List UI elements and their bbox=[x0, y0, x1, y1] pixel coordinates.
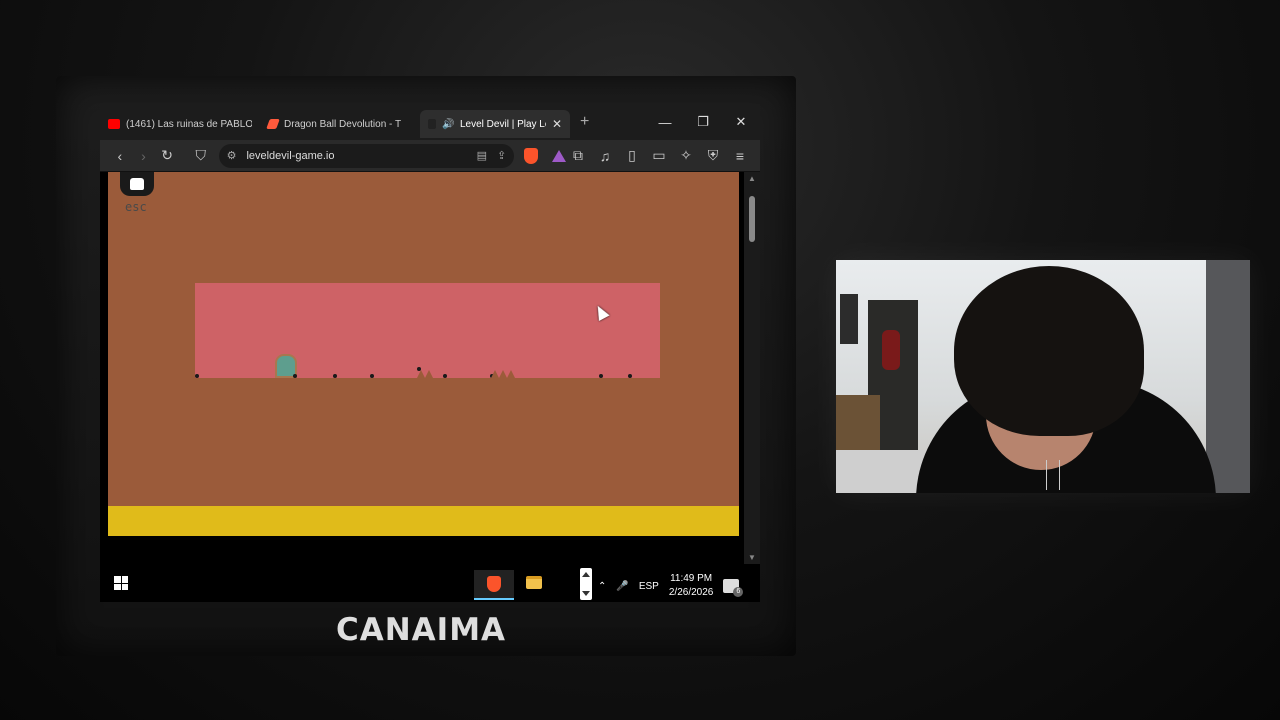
floor-marker bbox=[333, 374, 337, 378]
floor-marker bbox=[443, 374, 447, 378]
game-floor bbox=[108, 506, 739, 536]
pause-icon bbox=[130, 178, 144, 190]
tab-dragon-ball[interactable]: Dragon Ball Devolution - T bbox=[260, 110, 420, 138]
wall-frame bbox=[840, 294, 858, 344]
minimize-button[interactable]: — bbox=[646, 104, 684, 140]
taskbar-brave-button[interactable] bbox=[474, 570, 514, 600]
site-info-icon[interactable]: ⚙ bbox=[227, 149, 237, 162]
language-indicator[interactable]: ESP bbox=[639, 581, 659, 592]
microphone-icon[interactable]: 🎤 bbox=[616, 581, 628, 592]
brave-icon bbox=[487, 576, 501, 592]
close-tab-icon[interactable]: ✕ bbox=[552, 117, 562, 131]
share-icon[interactable]: ⇪ bbox=[497, 149, 506, 162]
floor-marker bbox=[370, 374, 374, 378]
closet bbox=[1206, 260, 1250, 493]
spike bbox=[425, 370, 433, 378]
reader-mode-icon[interactable]: ▤ bbox=[477, 149, 487, 162]
screen: (1461) Las ruinas de PABLO Dragon Ball D… bbox=[100, 104, 760, 602]
pause-button[interactable] bbox=[120, 172, 154, 196]
windows-start-icon[interactable] bbox=[114, 576, 128, 590]
clock[interactable]: 11:49 PM 2/26/2026 bbox=[669, 572, 714, 600]
wallet-icon[interactable]: ▭ bbox=[647, 144, 671, 168]
maximize-button[interactable]: ❐ bbox=[684, 104, 722, 140]
sidebar-icon[interactable]: ▯ bbox=[620, 144, 644, 168]
clock-date: 2/26/2026 bbox=[668, 587, 714, 598]
reload-button[interactable]: ↻ bbox=[155, 144, 179, 168]
hanging-cloth bbox=[882, 330, 900, 370]
tab-title: (1461) Las ruinas de PABLO bbox=[126, 118, 252, 130]
scroll-up-icon[interactable]: ▲ bbox=[748, 174, 756, 183]
floor-marker bbox=[195, 374, 199, 378]
shelf bbox=[836, 395, 880, 455]
brave-shields-icon[interactable] bbox=[524, 147, 539, 164]
leo-ai-icon[interactable]: ✧ bbox=[674, 144, 698, 168]
bookmark-icon[interactable]: ⛉ bbox=[189, 144, 213, 168]
vpn-icon[interactable]: ⛨ bbox=[701, 144, 725, 168]
window-controls: — ❐ ✕ bbox=[646, 104, 760, 140]
game-room bbox=[195, 283, 660, 378]
esc-label: esc bbox=[125, 200, 147, 214]
clock-time: 11:49 PM bbox=[670, 573, 713, 584]
windows-taskbar: ⌃ 🎤 ESP 11:49 PM 2/26/2026 6 bbox=[100, 564, 760, 602]
scroll-down-icon[interactable]: ▼ bbox=[748, 553, 756, 562]
menu-icon[interactable]: ≡ bbox=[728, 144, 752, 168]
file-explorer-icon[interactable] bbox=[526, 576, 542, 589]
spike bbox=[507, 370, 515, 378]
youtube-icon bbox=[108, 119, 120, 129]
back-button[interactable]: ‹ bbox=[108, 144, 132, 168]
webcam-overlay bbox=[836, 260, 1250, 493]
spike bbox=[491, 370, 499, 378]
address-bar[interactable]: ⚙ leveldevil-game.io ▤ ⇪ bbox=[218, 143, 515, 168]
screenshot-icon[interactable]: ⧉ bbox=[566, 144, 590, 168]
tab-level-devil[interactable]: 🔊 Level Devil | Play Le ✕ bbox=[420, 110, 570, 138]
tab-title: Level Devil | Play Le bbox=[460, 118, 546, 130]
url-text: leveldevil-game.io bbox=[246, 149, 335, 162]
floor-marker bbox=[628, 374, 632, 378]
scrollbar-thumb[interactable] bbox=[749, 196, 755, 242]
media-icon[interactable]: ♫ bbox=[593, 144, 617, 168]
spike bbox=[417, 370, 425, 378]
game-canvas[interactable]: esc bbox=[108, 172, 739, 536]
forward-button[interactable]: › bbox=[132, 144, 156, 168]
new-tab-button[interactable]: + bbox=[580, 113, 589, 131]
person-hair bbox=[954, 266, 1144, 436]
floor-marker bbox=[599, 374, 603, 378]
page-below-game bbox=[108, 536, 744, 564]
tab-youtube[interactable]: (1461) Las ruinas de PABLO bbox=[100, 110, 260, 138]
taskbar-scroll-control[interactable] bbox=[580, 568, 592, 600]
brave-rewards-icon[interactable] bbox=[552, 149, 567, 162]
edit-icon bbox=[266, 119, 280, 129]
system-tray: ⌃ 🎤 ESP 11:49 PM 2/26/2026 6 bbox=[598, 572, 744, 600]
speaker-icon[interactable]: 🔊 bbox=[442, 119, 454, 130]
page-scrollbar[interactable]: ▲ ▼ bbox=[744, 172, 760, 564]
floor-marker bbox=[293, 374, 297, 378]
brand-watermark: CANAIMA bbox=[336, 612, 507, 648]
notification-count: 6 bbox=[733, 587, 744, 597]
tab-title: Dragon Ball Devolution - T bbox=[284, 118, 402, 130]
tab-bar: (1461) Las ruinas de PABLO Dragon Ball D… bbox=[100, 104, 760, 140]
spike bbox=[499, 370, 507, 378]
game-icon bbox=[428, 119, 436, 129]
earphone-cable bbox=[1046, 460, 1060, 490]
notifications-icon[interactable]: 6 bbox=[723, 579, 744, 597]
toolbar-actions: ⧉ ♫ ▯ ▭ ✧ ⛨ ≡ bbox=[566, 144, 752, 168]
tray-chevron-icon[interactable]: ⌃ bbox=[598, 581, 606, 592]
browser-toolbar: ‹ › ↻ ⛉ ⚙ leveldevil-game.io ▤ ⇪ ⧉ ♫ ▯ ▭… bbox=[100, 140, 760, 172]
close-window-button[interactable]: ✕ bbox=[722, 104, 760, 140]
